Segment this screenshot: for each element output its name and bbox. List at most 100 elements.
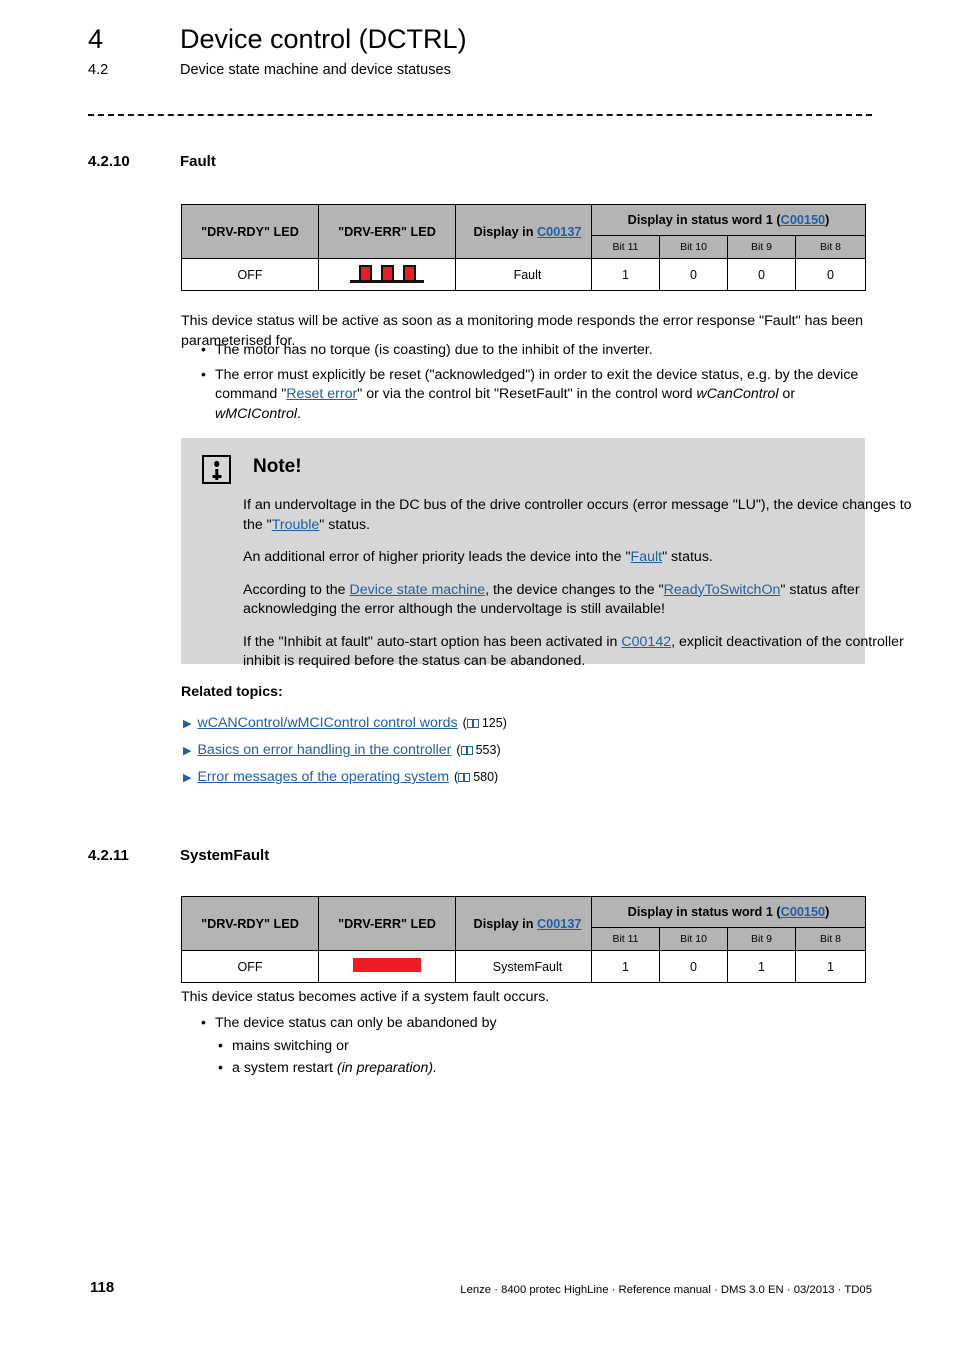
- book-icon: [460, 746, 473, 755]
- link-c00137-header-1[interactable]: C00137: [537, 225, 581, 239]
- led-pulse: [381, 265, 394, 280]
- chevron-right-icon: ▶: [183, 718, 192, 730]
- header-drv-err: "DRV-ERR" LED: [318, 896, 456, 951]
- cell-bit-9: 0: [727, 258, 796, 291]
- emphasis-text: wMCIControl: [215, 405, 297, 422]
- header-section-number: 4.2: [88, 62, 109, 78]
- bullet-text-2: The error must explicitly be reset ("ack…: [215, 367, 858, 422]
- inline-link[interactable]: ReadyToSwitchOn: [664, 582, 781, 598]
- led-blink-3-pulse-red-icon: [318, 258, 456, 291]
- section-heading-fault: 4.2.10 Fault: [88, 153, 216, 170]
- link-c00137-header-2[interactable]: C00137: [537, 917, 581, 931]
- header-drv-rdy: "DRV-RDY" LED: [181, 896, 319, 951]
- header-bit-9: Bit 9: [727, 235, 796, 259]
- note-paragraph-2: An additional error of higher priority l…: [243, 548, 931, 568]
- related-topic-item-0[interactable]: ▶ wCANControl/wMCIControl control words …: [183, 710, 783, 737]
- text-run: " status.: [319, 516, 371, 533]
- sub-bullet-text-2: a system restart (in preparation).: [232, 1060, 437, 1076]
- related-topic-page-1: 553: [475, 743, 497, 757]
- table-row: OFF Fault 1 0 0 0: [181, 258, 866, 291]
- text-run: .: [297, 405, 301, 422]
- text-run: a system restart: [232, 1060, 337, 1076]
- header-drv-rdy: "DRV-RDY" LED: [181, 204, 319, 259]
- chapter-title: Device control (DCTRL): [180, 24, 467, 54]
- section-heading-systemfault: 4.2.11 SystemFault: [88, 847, 269, 864]
- book-icon: [458, 773, 471, 782]
- list-item: a system restart (in preparation).: [215, 1058, 858, 1079]
- note-paragraph-4: If the "Inhibit at fault" auto-start opt…: [243, 633, 931, 672]
- note-title: Note!: [253, 456, 302, 477]
- systemfault-sub-list: mains switching or a system restart (in …: [215, 1036, 858, 1079]
- text-run: The motor has no torque (is coasting) du…: [215, 342, 653, 358]
- header-bit-11: Bit 11: [591, 235, 660, 259]
- cell-bit-8: 0: [795, 258, 866, 291]
- inline-link[interactable]: Trouble: [272, 517, 320, 533]
- inline-link[interactable]: Fault: [631, 549, 663, 565]
- cell-drv-rdy-value: OFF: [181, 950, 319, 983]
- header-bit-10: Bit 10: [659, 927, 728, 951]
- note-paragraph-3: According to the Device state machine, t…: [243, 581, 931, 620]
- related-topic-link-2[interactable]: Error messages of the operating system: [197, 764, 449, 790]
- related-topic-link-0[interactable]: wCANControl/wMCIControl control words: [197, 710, 457, 736]
- document-page: 4 Device control (DCTRL) 4.2 Device stat…: [0, 0, 954, 1350]
- section-title-fault: Fault: [180, 153, 216, 170]
- systemfault-bullet-list: The device status can only be abandoned …: [198, 1013, 858, 1084]
- note-paragraph-1: If an undervoltage in the DC bus of the …: [243, 496, 931, 535]
- status-word-pre: Display in status word 1 (: [627, 213, 781, 227]
- text-run: mains switching or: [232, 1037, 349, 1054]
- book-icon: [466, 719, 479, 728]
- fault-status-table: "DRV-RDY" LED "DRV-ERR" LED Display in C…: [181, 204, 866, 291]
- header-bit-10: Bit 10: [659, 235, 728, 259]
- systemfault-bullet-text: The device status can only be abandoned …: [215, 1015, 497, 1031]
- header-display-in: Display in C00137: [455, 204, 592, 259]
- footer-page-number: 118: [90, 1279, 115, 1296]
- section-number-4-2-11: 4.2.11: [88, 847, 129, 864]
- related-topic-link-1[interactable]: Basics on error handling in the controll…: [197, 737, 451, 763]
- header-display-in-text: Display in: [473, 224, 537, 239]
- list-item: The device status can only be abandoned …: [198, 1013, 858, 1079]
- text-run: An additional error of higher priority l…: [243, 549, 631, 565]
- sub-bullet-text-1: mains switching or: [232, 1038, 349, 1054]
- header-bit-9: Bit 9: [727, 927, 796, 951]
- header-display-in-text: Display in: [473, 916, 537, 931]
- header-status-word: Display in status word 1 (C00150): [591, 204, 866, 236]
- systemfault-status-table: "DRV-RDY" LED "DRV-ERR" LED Display in C…: [181, 896, 866, 983]
- inline-link[interactable]: Reset error: [286, 386, 357, 402]
- header-section-title: Device state machine and device statuses: [180, 62, 451, 78]
- header-bit-11: Bit 11: [591, 927, 660, 951]
- emphasis-text: wCanControl: [696, 386, 779, 402]
- emphasis-text: (in preparation).: [336, 1060, 438, 1076]
- link-c00150-header-1[interactable]: C00150: [781, 213, 825, 227]
- status-word-post: ): [825, 213, 830, 227]
- header-bit-8: Bit 8: [795, 235, 866, 259]
- related-topic-ref-2: (580): [454, 770, 499, 784]
- related-topic-item-1[interactable]: ▶ Basics on error handling in the contro…: [183, 737, 783, 764]
- inline-link[interactable]: C00142: [621, 634, 671, 650]
- related-topics-list: ▶ wCANControl/wMCIControl control words …: [183, 710, 783, 791]
- related-topic-item-2[interactable]: ▶ Error messages of the operating system…: [183, 764, 783, 791]
- cell-bit-11: 1: [591, 258, 660, 291]
- header-display-in: Display in C00137: [455, 896, 592, 951]
- running-header-chapter: 4 Device control (DCTRL): [88, 24, 878, 55]
- cell-display-value: Fault: [455, 258, 592, 291]
- chevron-right-icon: ▶: [183, 772, 192, 784]
- related-topic-page-2: 580: [473, 770, 495, 784]
- related-topic-ref-0: (125): [462, 716, 507, 730]
- cell-bit-10: 0: [659, 950, 728, 983]
- info-icon: [202, 455, 231, 484]
- link-c00150-header-2[interactable]: C00150: [781, 905, 825, 919]
- list-item: mains switching or: [215, 1036, 858, 1057]
- text-run: According to the: [243, 581, 350, 598]
- table-row: OFF SystemFault 1 0 1 1: [181, 950, 866, 983]
- cell-drv-rdy-value: OFF: [181, 258, 319, 291]
- chevron-right-icon: ▶: [183, 745, 192, 757]
- text-run: " status.: [662, 549, 713, 565]
- cell-bit-9: 1: [727, 950, 796, 983]
- header-bit-8: Bit 8: [795, 927, 866, 951]
- text-run: " or via the control bit "ResetFault" in…: [357, 386, 697, 402]
- footer-text: Lenze · 8400 protec HighLine · Reference…: [460, 1284, 872, 1296]
- table-header-row: "DRV-RDY" LED "DRV-ERR" LED Display in C…: [181, 896, 866, 951]
- inline-link[interactable]: Device state machine: [349, 582, 485, 598]
- cell-bit-8: 1: [795, 950, 866, 983]
- info-icon-dot: [213, 461, 220, 467]
